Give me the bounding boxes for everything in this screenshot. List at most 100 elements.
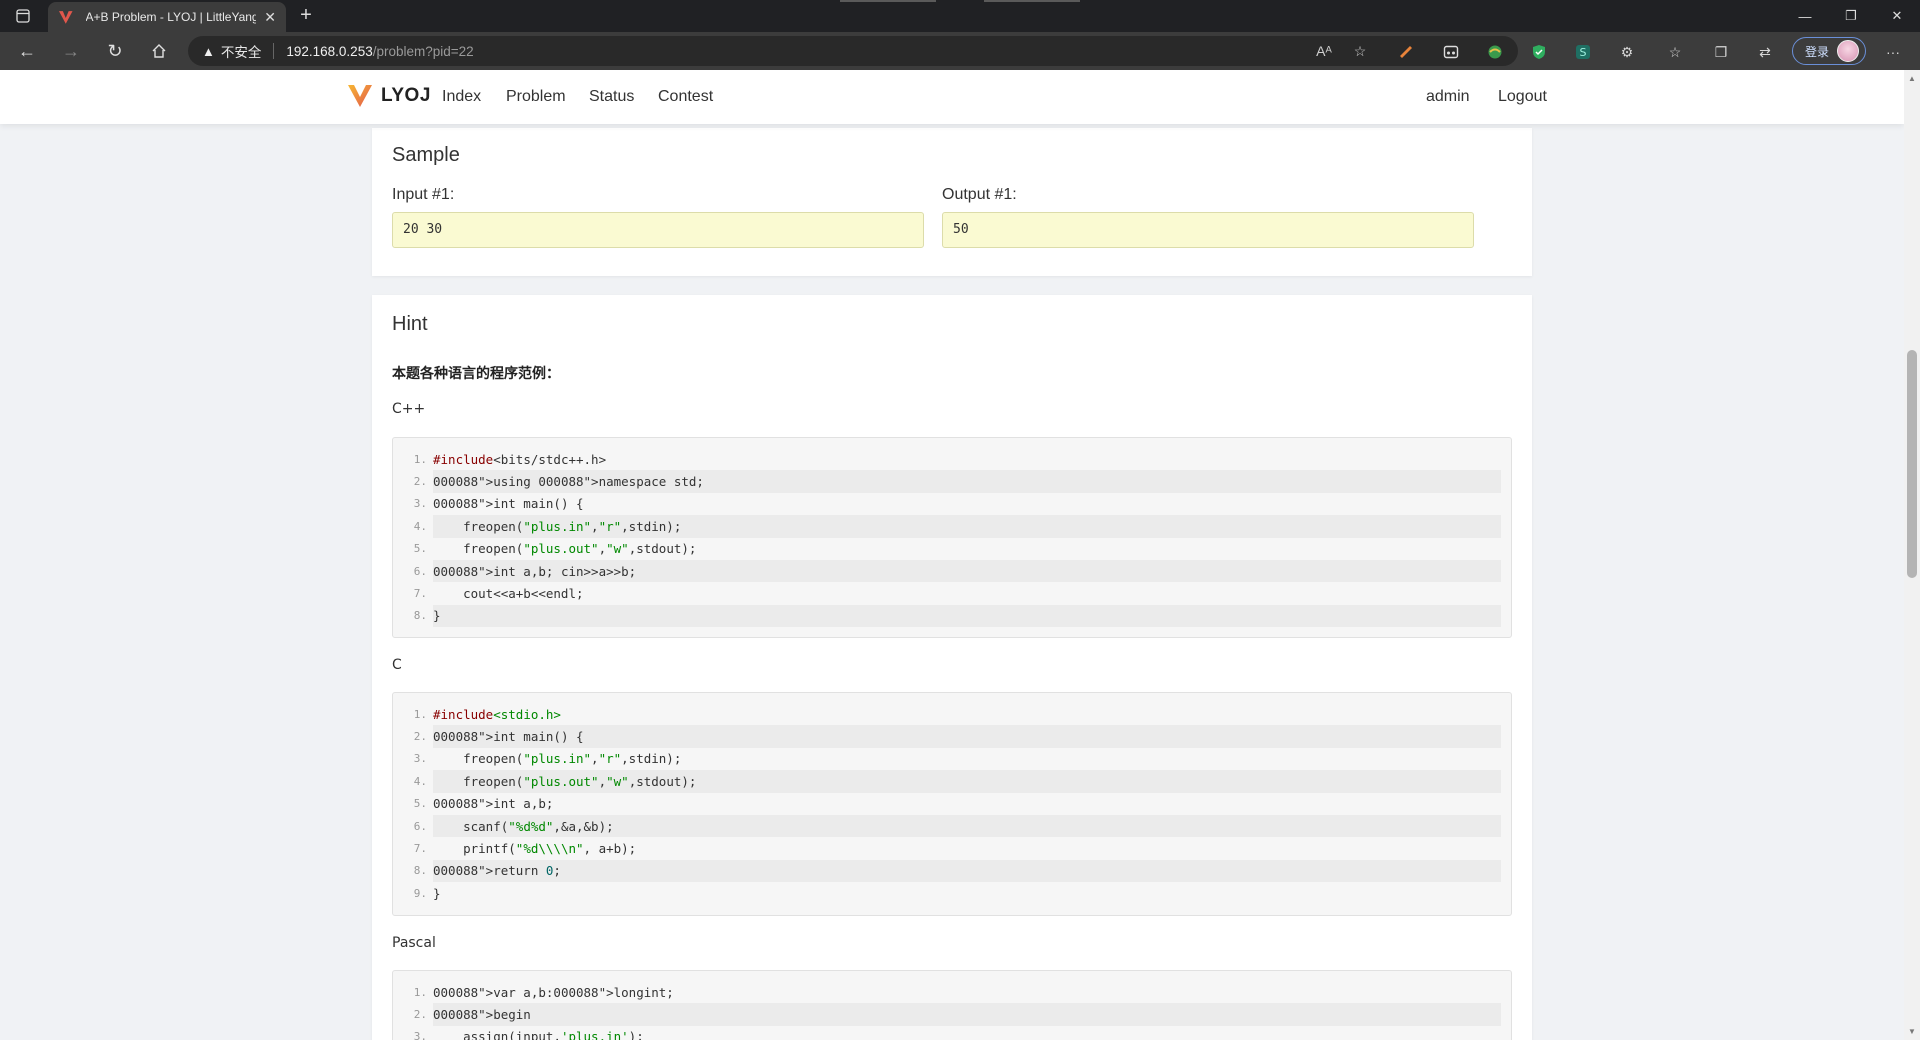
minimize-icon[interactable]: —: [1782, 0, 1828, 32]
code-text: freopen("plus.out", "w" ,stdout);: [433, 541, 697, 557]
line-number: 1.: [413, 707, 427, 721]
tab-actions-icon[interactable]: [0, 0, 46, 32]
profile-login-button[interactable]: 登录: [1792, 37, 1866, 65]
url-host: 192.168.0.253: [286, 43, 373, 59]
nav-user[interactable]: admin: [1426, 88, 1470, 106]
code-line: 5. freopen("plus.out", "w" ,stdout);: [393, 538, 1501, 560]
line-number: 1.: [413, 985, 427, 999]
extension-globe-icon[interactable]: [1484, 41, 1506, 63]
code-line: 9.}: [393, 882, 1501, 904]
url-divider: [273, 43, 275, 59]
forward-icon[interactable]: →: [56, 37, 86, 65]
close-window-icon[interactable]: ✕: [1874, 0, 1920, 32]
code-text: 000088 ">int main() {: [433, 496, 584, 512]
code-line: 1. #include <bits/stdc++.h>: [393, 448, 1501, 470]
more-menu-icon[interactable]: ···: [1882, 41, 1904, 63]
code-line: 4. freopen("plus.out", "w" ,stdout);: [393, 770, 1501, 793]
code-block-c[interactable]: 1. #include <stdio.h> 2. 000088 ">int main() …: [392, 692, 1512, 916]
sample-output-box[interactable]: 50: [942, 212, 1474, 248]
browser-toolbar: ← → ↻ ▲ 不安全 192.168.0.253/problem?pid=22…: [0, 32, 1920, 70]
nav-contest[interactable]: Contest: [658, 88, 713, 106]
hint-title: Hint: [392, 313, 428, 335]
share-icon[interactable]: ⇄: [1754, 41, 1776, 63]
code-block-pascal[interactable]: 1. 000088 ">var a,b: 000088 ">longint; 2. 0000…: [392, 970, 1512, 1040]
extension-orange-icon[interactable]: [1395, 41, 1417, 63]
code-text: cout<<a+b<<endl;: [433, 586, 584, 602]
line-number: 8.: [413, 864, 427, 878]
code-text: }: [433, 604, 1501, 628]
code-text: 000088 ">int main() {: [433, 725, 1501, 748]
browser-tab-strip: A+B Problem - LYOJ | LittleYang ✕ + — ❐ …: [0, 0, 1920, 32]
line-number: 1.: [413, 452, 427, 466]
line-number: 3.: [413, 1030, 427, 1040]
scrollbar-thumb[interactable]: [1907, 350, 1917, 578]
reload-icon[interactable]: ↻: [100, 37, 130, 65]
warning-icon[interactable]: ▲: [202, 44, 215, 59]
input-label: Input #1:: [392, 186, 455, 203]
code-text: freopen("plus.out", "w" ,stdout);: [433, 770, 1501, 793]
favorites-icon[interactable]: ☆: [1664, 41, 1686, 63]
hint-card: Hint 本题各种语言的程序范例： C++ 1. #include <bits/st…: [372, 295, 1532, 1040]
read-aloud-icon[interactable]: Aᴬ: [1314, 41, 1334, 61]
scroll-down-icon[interactable]: ▼: [1908, 1027, 1916, 1036]
code-text: freopen("plus.in", "r" ,stdin);: [433, 751, 682, 767]
code-line: 7. cout<<a+b<<endl;: [393, 582, 1501, 604]
page-scrollbar[interactable]: ▲ ▼: [1904, 70, 1920, 1040]
line-number: 3.: [413, 497, 427, 511]
code-line: 8. 000088 ">return 0;: [393, 859, 1501, 883]
line-number: 6.: [413, 819, 427, 833]
site-header: LYOJ Index Problem Status Contest admin …: [0, 70, 1904, 124]
home-icon[interactable]: [144, 37, 174, 65]
code-line: 6. 000088 ">int a,b; cin>>a>>b;: [393, 559, 1501, 583]
line-number: 2.: [413, 1008, 427, 1022]
nav-logout[interactable]: Logout: [1498, 88, 1547, 106]
nav-index[interactable]: Index: [442, 88, 481, 106]
extension-shield-icon[interactable]: [1528, 41, 1550, 63]
extension-s-icon[interactable]: S: [1572, 41, 1594, 63]
line-number: 6.: [413, 564, 427, 578]
security-status[interactable]: 不安全: [221, 41, 262, 61]
code-text: assign(input,'plus.in');: [433, 1029, 644, 1040]
nav-status[interactable]: Status: [589, 88, 634, 106]
back-icon[interactable]: ←: [12, 37, 42, 65]
extension-screen-icon[interactable]: [1440, 41, 1462, 63]
page-viewport: LYOJ Index Problem Status Contest admin …: [0, 70, 1904, 1040]
code-line: 3. assign(input,'plus.in');: [393, 1026, 1501, 1040]
line-number: 4.: [413, 519, 427, 533]
code-line: 3. 000088 ">int main() {: [393, 493, 1501, 515]
line-number: 2.: [413, 475, 427, 489]
restore-icon[interactable]: ❐: [1828, 0, 1874, 32]
profile-login-label: 登录: [1805, 44, 1830, 59]
collections-icon[interactable]: ❐: [1710, 41, 1732, 63]
code-line: 1. #include <stdio.h>: [393, 703, 1501, 725]
code-line: 1. 000088 ">var a,b: 000088 ">longint;: [393, 981, 1501, 1003]
add-favorite-icon[interactable]: ☆: [1350, 41, 1370, 61]
titlebar-divider: [840, 0, 936, 2]
code-line: 6. scanf("%d%d" ,&a,&b);: [393, 814, 1501, 838]
nav-problem[interactable]: Problem: [506, 88, 566, 106]
extensions-puzzle-icon[interactable]: ⚙: [1616, 41, 1638, 63]
sample-input-box[interactable]: 20 30: [392, 212, 924, 248]
site-logo[interactable]: LYOJ: [347, 84, 431, 108]
code-line: 7. printf("%d\\\\n", a+b);: [393, 837, 1501, 859]
code-text: #include <stdio.h>: [433, 706, 561, 722]
tab-close-icon[interactable]: ✕: [264, 9, 276, 26]
tab-active[interactable]: A+B Problem - LYOJ | LittleYang ✕: [48, 2, 286, 32]
lang-label-cpp: C++: [392, 401, 426, 417]
code-line: 2. 000088 ">int main() {: [393, 725, 1501, 748]
line-number: 5.: [413, 797, 427, 811]
scroll-up-icon[interactable]: ▲: [1908, 74, 1916, 83]
avatar: [1837, 40, 1860, 62]
code-text: 000088 ">int a,b; cin>>a>>b;: [433, 559, 1501, 583]
svg-text:S: S: [1580, 46, 1587, 59]
line-number: 4.: [413, 774, 427, 788]
tab-title: A+B Problem - LYOJ | LittleYang: [85, 10, 257, 24]
lang-label-pascal: Pascal: [392, 935, 436, 951]
code-text: scanf("%d%d" ,&a,&b);: [433, 814, 1501, 838]
code-line: 2. 000088 ">using 000088 ">namespace std;: [393, 470, 1501, 493]
new-tab-icon[interactable]: +: [294, 4, 318, 28]
code-line: 3. freopen("plus.in", "r" ,stdin);: [393, 748, 1501, 770]
code-block-cpp[interactable]: 1. #include <bits/stdc++.h> 2. 000088 ">using…: [392, 437, 1512, 639]
code-line: 4. freopen("plus.in", "r" ,stdin);: [393, 515, 1501, 538]
code-text: 000088 ">using 000088 ">namespace std;: [433, 470, 1501, 493]
